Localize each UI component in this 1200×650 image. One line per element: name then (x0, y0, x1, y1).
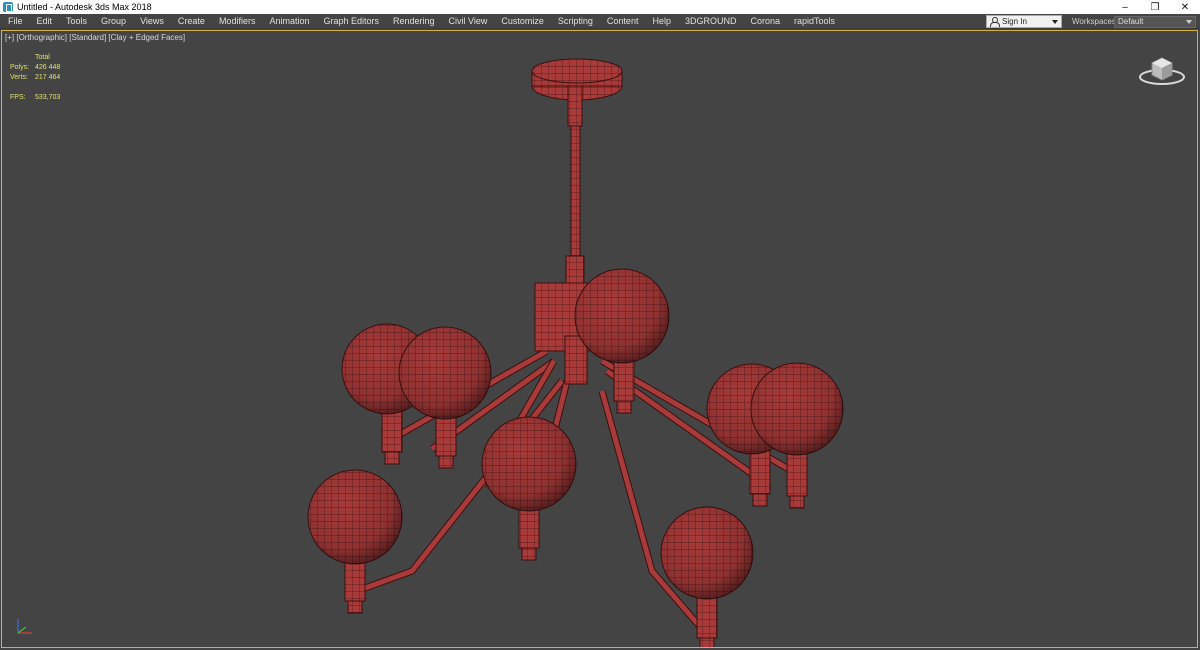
fps-value: 533,703 (35, 94, 61, 101)
socket-4 (786, 450, 808, 497)
menu-help[interactable]: Help (645, 14, 678, 29)
menu-edit[interactable]: Edit (30, 14, 60, 29)
socket-3 (749, 448, 771, 495)
polys-label: Polys: (10, 64, 30, 71)
globe-shade-2 (575, 269, 669, 363)
menu-civil-view[interactable]: Civil View (442, 14, 495, 29)
window-controls: – ❐ ✕ (1110, 0, 1200, 14)
close-button[interactable]: ✕ (1170, 0, 1200, 14)
socket-cap-3 (752, 493, 768, 507)
menu-animation[interactable]: Animation (262, 14, 316, 29)
menu-content[interactable]: Content (600, 14, 646, 29)
socket-7 (696, 592, 718, 639)
restore-button[interactable]: ❐ (1140, 0, 1170, 14)
menu-graph-editors[interactable]: Graph Editors (316, 14, 386, 29)
title-bar: Untitled - Autodesk 3ds Max 2018 – ❐ ✕ (0, 0, 1200, 14)
socket-cap-4 (789, 495, 805, 509)
menu-group[interactable]: Group (94, 14, 133, 29)
workspaces-value: Default (1118, 17, 1144, 26)
menu-3dground[interactable]: 3DGROUND (678, 14, 744, 29)
orthographic-viewport[interactable]: [+] [Orthographic] [Standard] [Clay + Ed… (1, 30, 1198, 648)
chevron-down-icon (1052, 20, 1058, 24)
fps-label: FPS: (10, 94, 26, 101)
globe-shade-7 (661, 507, 753, 599)
socket-cap-0 (384, 451, 400, 465)
menu-tools[interactable]: Tools (59, 14, 94, 29)
chandelier-model (307, 58, 844, 647)
user-icon (990, 17, 1000, 27)
globe-shade-1 (399, 327, 491, 419)
app-icon[interactable] (3, 2, 13, 12)
window-title: Untitled - Autodesk 3ds Max 2018 (17, 2, 152, 12)
menu-views[interactable]: Views (133, 14, 171, 29)
workspaces-label: Workspaces: (1072, 17, 1119, 26)
socket-cap-5 (521, 547, 537, 561)
socket-cap-1 (438, 455, 454, 469)
menu-customize[interactable]: Customize (494, 14, 551, 29)
stem-connector (567, 85, 583, 127)
axis-tripod-icon (17, 619, 32, 634)
minimize-button[interactable]: – (1110, 0, 1140, 14)
viewcube-icon[interactable] (1137, 53, 1187, 87)
menu-corona[interactable]: Corona (743, 14, 787, 29)
polys-value: 426 448 (35, 64, 61, 71)
chevron-down-icon (1186, 20, 1192, 24)
globe-shade-6 (308, 470, 402, 564)
menu-rapidtools[interactable]: rapidTools (787, 14, 842, 29)
menu-modifiers[interactable]: Modifiers (212, 14, 263, 29)
verts-label: Verts: (10, 74, 28, 81)
menu-scripting[interactable]: Scripting (551, 14, 600, 29)
verts-value: 217 464 (35, 74, 61, 81)
menu-create[interactable]: Create (171, 14, 212, 29)
viewport-label[interactable]: [+] [Orthographic] [Standard] [Clay + Ed… (5, 33, 185, 42)
stem-collar (565, 255, 585, 287)
stem-rod (570, 125, 581, 257)
sign-in-dropdown[interactable]: Sign In (986, 15, 1062, 28)
socket-cap-6 (347, 600, 363, 614)
canopy-top (531, 58, 623, 84)
socket-cap-7 (699, 637, 715, 647)
statistics-overlay: Total Polys: 426 448 Verts: 217 464 FPS: 53… (10, 53, 85, 103)
sign-in-label: Sign In (1002, 17, 1027, 26)
workspaces-select[interactable]: Default (1114, 16, 1196, 28)
menu-rendering[interactable]: Rendering (386, 14, 442, 29)
socket-cap-2 (616, 400, 632, 414)
menu-file[interactable]: File (0, 14, 30, 29)
menu-bar: File Edit Tools Group Views Create Modif… (0, 14, 1200, 29)
globe-shade-5 (482, 417, 576, 511)
stats-header: Total (35, 54, 50, 61)
globe-shade-4 (751, 363, 843, 455)
